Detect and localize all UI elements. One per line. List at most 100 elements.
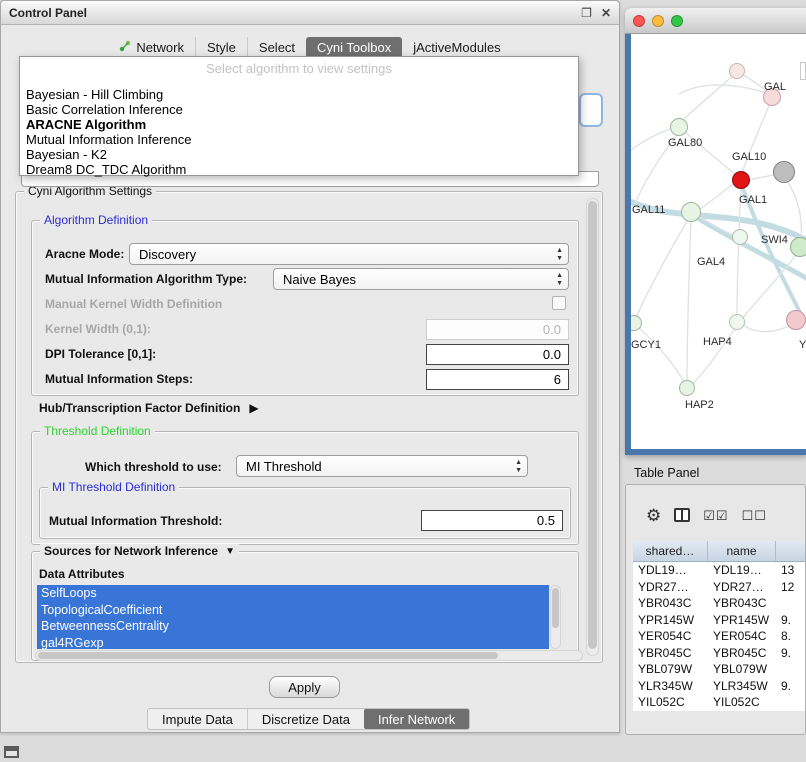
which-threshold-label: Which threshold to use:: [85, 460, 222, 474]
node-label: GCY1: [631, 339, 661, 351]
cell: YDR27…: [708, 579, 776, 596]
zoom-traffic-light[interactable]: [671, 15, 683, 27]
column-header-name[interactable]: name: [708, 541, 776, 561]
tab-jactivemodules[interactable]: jActiveModules: [402, 37, 511, 58]
deselect-all-checkboxes-icon[interactable]: ☐☐: [742, 509, 767, 522]
tab-label: Cyni Toolbox: [317, 40, 391, 55]
close-window-icon[interactable]: ✕: [601, 6, 611, 20]
sources-title-label: Sources for Network Inference: [44, 544, 218, 558]
tab-style[interactable]: Style: [195, 37, 247, 58]
kernel-width-label: Kernel Width (0,1):: [45, 322, 151, 336]
tab-network[interactable]: Network: [108, 37, 195, 58]
mi-steps-label: Mutual Information Steps:: [45, 372, 193, 386]
which-threshold-value: MI Threshold: [246, 459, 322, 474]
cell: YBL079W: [633, 661, 708, 678]
select-all-checkboxes-icon[interactable]: ☑☑: [703, 509, 728, 522]
cell: YBR043C: [708, 595, 776, 612]
algorithm-option[interactable]: Dream8 DC_TDC Algorithm: [20, 162, 578, 177]
attribute-item-selected[interactable]: SelfLoops: [37, 585, 549, 602]
attribute-item-selected[interactable]: BetweennessCentrality: [37, 618, 549, 635]
network-node-gal10-selected[interactable]: [732, 171, 750, 189]
algorithm-option-selected[interactable]: ARACNE Algorithm: [20, 117, 578, 132]
mi-type-select[interactable]: Naive Bayes ▲▼: [273, 268, 569, 290]
node-label: GAL10: [732, 151, 766, 163]
tab-select[interactable]: Select: [247, 37, 306, 58]
algorithm-placeholder: Select algorithm to view settings: [20, 57, 578, 76]
apply-button[interactable]: Apply: [269, 676, 340, 698]
table-row[interactable]: YPR145WYPR145W9.: [633, 612, 806, 629]
network-node[interactable]: [670, 118, 688, 136]
control-panel-title: Control Panel: [9, 6, 87, 20]
which-threshold-select[interactable]: MI Threshold ▲▼: [236, 455, 528, 477]
mi-threshold-field[interactable]: 0.5: [421, 510, 563, 531]
attribute-item-selected[interactable]: TopologicalCoefficient: [37, 602, 549, 619]
node-label: GAL1: [739, 194, 767, 206]
manual-kernel-checkbox[interactable]: [552, 296, 566, 310]
algorithm-option[interactable]: Bayesian - Hill Climbing: [20, 87, 578, 102]
network-node[interactable]: [729, 63, 745, 79]
node-label: GAL11: [632, 204, 665, 216]
algorithm-option[interactable]: Basic Correlation Inference: [20, 102, 578, 117]
network-node-gal11[interactable]: [681, 202, 701, 222]
cell: YPR145W: [708, 612, 776, 629]
algorithm-option[interactable]: Bayesian - K2: [20, 147, 578, 162]
table-row[interactable]: YBL079WYBL079W: [633, 661, 806, 678]
tab-label: jActiveModules: [413, 40, 500, 55]
mi-type-value: Naive Bayes: [283, 272, 356, 287]
network-node[interactable]: [729, 314, 745, 330]
network-canvas[interactable]: GAL GAL80 GAL10 GAL1 GAL11 SWI4 GAL4 GCY…: [631, 34, 806, 449]
table-row[interactable]: YBR043CYBR043C: [633, 595, 806, 612]
network-node[interactable]: [773, 161, 795, 183]
table-row[interactable]: YDL19…YDL19…13: [633, 562, 806, 579]
tab-discretize-data[interactable]: Discretize Data: [247, 709, 364, 729]
sources-group-title[interactable]: Sources for Network Inference ▼: [40, 544, 239, 558]
node-label: Y: [799, 339, 806, 351]
cell: YDL19…: [708, 562, 776, 579]
table-row[interactable]: YIL052CYIL052C: [633, 694, 806, 711]
dpi-tolerance-field[interactable]: 0.0: [426, 344, 569, 365]
combo-arrows-icon: ▲▼: [515, 459, 522, 475]
minimize-traffic-light[interactable]: [652, 15, 664, 27]
table-row[interactable]: YLR345WYLR345W9.: [633, 678, 806, 695]
show-panel-icon[interactable]: [4, 746, 19, 758]
tab-infer-network[interactable]: Infer Network: [364, 709, 469, 729]
table-row[interactable]: YBR045CYBR045C9.: [633, 645, 806, 662]
kernel-width-field[interactable]: 0.0: [426, 319, 569, 340]
attribute-item-selected[interactable]: gal4RGexp: [37, 635, 549, 650]
algorithm-definition-title: Algorithm Definition: [40, 213, 152, 227]
attributes-vertical-scrollbar: [550, 585, 561, 649]
table-row[interactable]: YDR27…YDR27…12: [633, 579, 806, 596]
network-node-swi4[interactable]: [790, 237, 806, 257]
columns-icon[interactable]: [674, 508, 690, 522]
aracne-mode-select[interactable]: Discovery ▲▼: [129, 243, 569, 265]
float-window-icon[interactable]: ❐: [581, 6, 592, 20]
network-node-hap2[interactable]: [679, 380, 695, 396]
data-attributes-list: SelfLoops TopologicalCoefficient Between…: [37, 585, 549, 649]
network-node[interactable]: [786, 310, 806, 330]
cell: 13: [776, 562, 806, 579]
cell: 9.: [776, 645, 806, 662]
scrollbar-thumb[interactable]: [552, 588, 559, 628]
mi-type-label: Mutual Information Algorithm Type:: [45, 272, 247, 286]
aracne-mode-value: Discovery: [139, 247, 196, 262]
network-node[interactable]: [732, 229, 748, 245]
cell: 9.: [776, 678, 806, 695]
tab-impute-data[interactable]: Impute Data: [148, 709, 247, 729]
expanded-arrow-icon: ▼: [225, 546, 235, 557]
algorithm-option[interactable]: Mutual Information Inference: [20, 132, 578, 147]
manual-kernel-label: Manual Kernel Width Definition: [45, 297, 222, 311]
column-header-shared-name[interactable]: shared…: [633, 541, 708, 561]
hub-definition-toggle[interactable]: Hub/Transcription Factor Definition ▶: [39, 401, 259, 415]
table-row[interactable]: YER054CYER054C8.: [633, 628, 806, 645]
close-traffic-light[interactable]: [633, 15, 645, 27]
cell: 8.: [776, 628, 806, 645]
mi-steps-field[interactable]: 6: [426, 369, 569, 390]
scrollbar-thumb[interactable]: [588, 201, 597, 649]
scrollbar-thumb[interactable]: [38, 652, 498, 659]
control-panel-tabs: Network Style Select Cyni Toolbox jActiv…: [1, 37, 619, 58]
hub-definition-label: Hub/Transcription Factor Definition: [39, 401, 240, 415]
column-header[interactable]: [776, 541, 806, 561]
gear-icon[interactable]: ⚙: [646, 507, 661, 524]
cell: YLR345W: [708, 678, 776, 695]
tab-cyni-toolbox[interactable]: Cyni Toolbox: [306, 37, 402, 58]
